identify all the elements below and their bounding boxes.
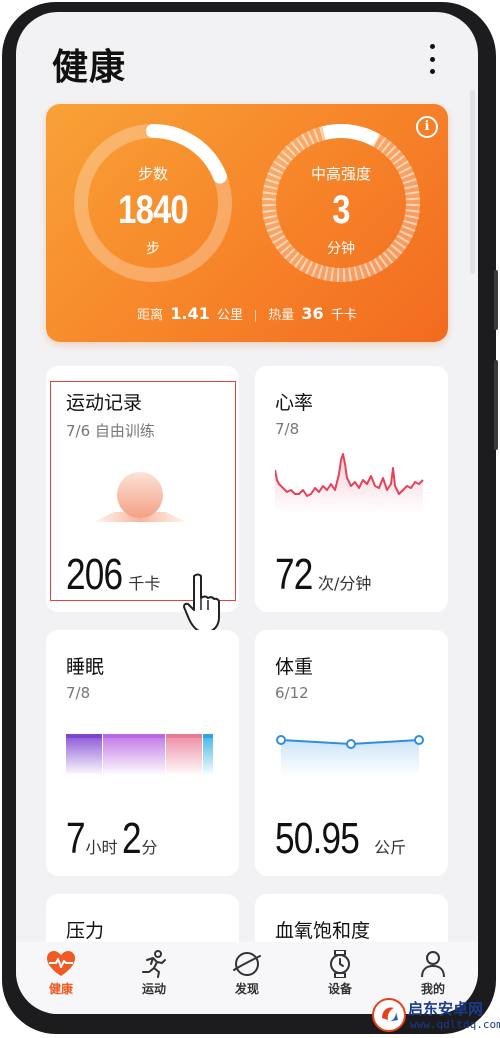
power-button <box>494 360 498 450</box>
runner-icon <box>142 950 166 978</box>
heart-value: 72 次/分钟 <box>275 550 371 600</box>
sleep-subtitle: 7/8 <box>66 684 91 702</box>
steps-unit: 步 <box>146 241 160 257</box>
distance-label: 距离 <box>137 308 164 323</box>
steps-value: 1840 <box>118 188 189 232</box>
nav-label-exercise: 运动 <box>141 982 166 996</box>
heart-rate-chart <box>275 453 424 514</box>
activity-summary-card[interactable]: i 步数 1840 步 中高强度 3 分钟 距离 1.41 公里 热量 36 千… <box>46 104 448 342</box>
steps-label: 步数 <box>137 165 168 183</box>
screen: 健康 i 步数 1840 步 中高强度 3 分钟 距离 1.41 公里 热量 3… <box>16 12 478 1014</box>
stress-title: 压力 <box>66 920 105 942</box>
nav-discover[interactable]: 发现 <box>212 950 282 997</box>
sleep-hours-unit: 小时 <box>85 838 118 857</box>
sleep-title: 睡眠 <box>66 656 105 678</box>
page-title: 健康 <box>52 47 127 88</box>
watermark-url: www.qdltdq.com <box>410 1018 500 1031</box>
more-options-icon[interactable] <box>422 42 442 76</box>
intensity-value: 3 <box>332 188 350 232</box>
heart-rate-card[interactable]: 心率 7/8 72 次/分钟 <box>255 366 448 612</box>
stats-divider <box>255 309 257 322</box>
calories-value: 36 <box>301 304 324 323</box>
volume-button <box>494 270 498 330</box>
sleep-chart <box>66 734 213 774</box>
weight-subtitle: 6/12 <box>275 684 309 702</box>
nav-health[interactable]: 健康 <box>26 950 96 997</box>
watermark-logo-icon <box>372 998 406 1032</box>
sleep-minutes: 2 <box>121 814 142 863</box>
watermark-name: 启东安卓网 <box>408 1000 484 1018</box>
nav-label-profile: 我的 <box>420 982 445 996</box>
weight-unit: 公斤 <box>374 838 407 857</box>
watch-icon <box>330 950 350 978</box>
summary-stats: 距离 1.41 公里 热量 36 千卡 <box>46 304 448 323</box>
person-icon <box>421 951 445 978</box>
spo2-title: 血氧饱和度 <box>275 920 371 942</box>
nav-label-discover: 发现 <box>234 982 259 996</box>
distance-value: 1.41 <box>170 304 210 323</box>
distance-unit: 公里 <box>216 308 243 323</box>
heart-subtitle: 7/8 <box>275 420 300 438</box>
intensity-label: 中高强度 <box>310 165 371 183</box>
nav-label-health: 健康 <box>48 982 73 996</box>
intensity-unit: 分钟 <box>327 241 355 257</box>
sleep-card[interactable]: 睡眠 7/8 7小时 2分 <box>46 630 239 876</box>
heart-title: 心率 <box>275 392 314 414</box>
nav-profile[interactable]: 我的 <box>398 950 468 997</box>
calories-label: 热量 <box>268 308 295 323</box>
calories-unit: 千卡 <box>330 308 357 323</box>
sleep-minutes-unit: 分 <box>141 838 158 857</box>
nav-exercise[interactable]: 运动 <box>119 950 189 997</box>
weight-chart <box>276 735 424 776</box>
watermark: 启东安卓网 www.qdltdq.com <box>372 996 500 1036</box>
planet-icon <box>233 952 261 976</box>
heart-rate: 72 <box>275 550 313 599</box>
highlight-box <box>50 381 236 601</box>
nav-label-devices: 设备 <box>327 982 352 996</box>
intensity-ring[interactable]: 中高强度 3 分钟 <box>256 118 426 288</box>
weight-title: 体重 <box>275 656 314 678</box>
weight-number: 50.95 <box>275 814 360 863</box>
nav-devices[interactable]: 设备 <box>305 950 375 997</box>
weight-card[interactable]: 体重 6/12 50.95 公斤 <box>255 630 448 876</box>
weight-value: 50.95 公斤 <box>275 814 406 864</box>
hand-pointer-icon <box>183 573 220 632</box>
scrollbar[interactable] <box>470 90 475 274</box>
steps-ring[interactable]: 步数 1840 步 <box>68 118 238 288</box>
sleep-value: 7小时 2分 <box>66 814 157 864</box>
heart-pulse-icon <box>47 951 75 976</box>
heart-unit: 次/分钟 <box>317 574 372 593</box>
sleep-hours: 7 <box>66 814 86 863</box>
